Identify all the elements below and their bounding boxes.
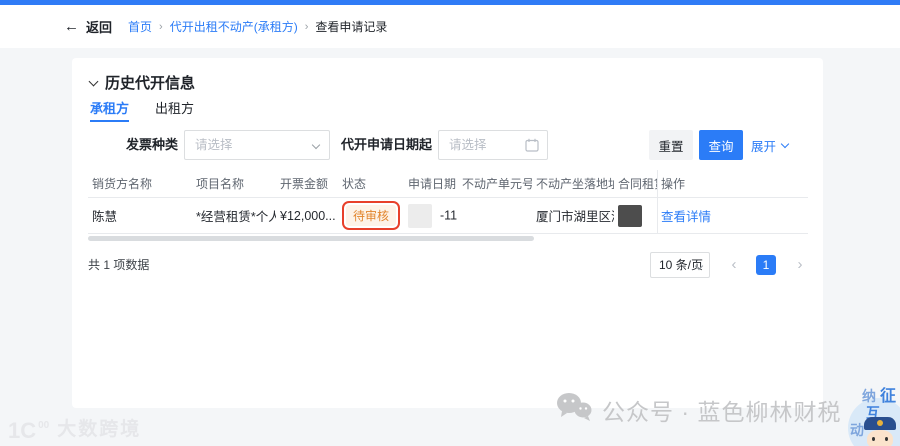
chevron-down-icon <box>311 140 321 150</box>
breadcrumb-separator-icon: › <box>304 20 309 33</box>
cell-address: 厦门市湖里区湖... <box>536 210 614 224</box>
watermark-brand-text: 大数跨境 <box>57 419 142 440</box>
chevron-down-icon <box>780 139 790 148</box>
table-header-row: 销货方名称 项目名称 开票金额 状态 申请日期 不动产单元号 不动产坐落地址 合… <box>88 170 808 198</box>
total-count-text: 共 1 项数据 <box>88 258 150 272</box>
cell-seller-name: 陈慧 <box>92 210 118 224</box>
apply-date-placeholder: 请选择 <box>449 138 487 152</box>
tax-mascot-badge: 纳 征 互 动 <box>838 384 900 446</box>
cell-status: 待审核 <box>338 201 404 230</box>
apply-date-input[interactable]: 请选择 <box>438 130 548 160</box>
column-header-amount: 开票金额 <box>280 177 329 191</box>
horizontal-scrollbar[interactable] <box>88 236 808 242</box>
cell-project-name: *经营租赁*个人... <box>196 210 276 224</box>
cell-contract <box>614 204 657 227</box>
column-header-actions: 操作 <box>661 177 686 191</box>
collapse-caret-icon <box>88 76 99 86</box>
breadcrumb-home[interactable]: 首页 <box>128 18 152 35</box>
back-arrow-icon: ← <box>64 18 79 35</box>
back-button[interactable]: ← 返回 <box>64 17 112 36</box>
prev-page-button[interactable]: ‹ <box>724 252 744 278</box>
table-row: 陈慧 *经营租赁*个人... ¥12,000... 待审核 -11 厦门市湖里区… <box>88 198 808 234</box>
invoice-type-select[interactable]: 请选择 <box>184 130 330 160</box>
breadcrumb: 首页 › 代开出租不动产(承租方) › 查看申请记录 <box>128 18 387 35</box>
redaction-box-dark <box>618 204 642 227</box>
app-header: ← 返回 首页 › 代开出租不动产(承租方) › 查看申请记录 <box>0 5 900 48</box>
mascot-hat <box>864 417 896 430</box>
apply-date-label: 代开申请日期起 <box>340 137 432 152</box>
calendar-icon <box>525 138 539 157</box>
back-label: 返回 <box>86 20 113 35</box>
query-button[interactable]: 查询 <box>699 130 743 160</box>
party-tabs: 承租方 出租方 <box>90 98 194 122</box>
invoice-type-placeholder: 请选择 <box>195 138 233 152</box>
watermark-logo-sup: 00 <box>38 420 50 431</box>
column-header-seller: 销货方名称 <box>92 177 153 191</box>
view-details-link[interactable]: 查看详情 <box>661 210 711 224</box>
column-header-address: 不动产坐落地址 <box>536 177 614 191</box>
status-badge: 待审核 <box>346 205 397 226</box>
expand-filters-toggle[interactable]: 展开 <box>751 130 790 160</box>
records-table: 销货方名称 项目名称 开票金额 状态 申请日期 不动产单元号 不动产坐落地址 合… <box>88 170 808 234</box>
panel-title: 历史代开信息 <box>105 75 196 92</box>
history-panel: 历史代开信息 承租方 出租方 发票种类 请选择 代开申请日期起 请选择 重置 查… <box>72 58 823 408</box>
apply-date-text: -11 <box>440 207 458 222</box>
watermark-bottom-left: 1C 00 大数跨境 <box>8 414 142 443</box>
redaction-box-light <box>408 203 432 228</box>
column-header-contract: 合同租赁 <box>618 177 657 191</box>
column-header-project: 项目名称 <box>196 177 245 191</box>
cell-invoice-amount: ¥12,000... <box>280 208 336 223</box>
wechat-icon <box>556 392 592 428</box>
breadcrumb-section[interactable]: 代开出租不动产(承租方) <box>170 18 298 35</box>
watermark-logo-icon: 1C <box>8 418 37 443</box>
fixed-column-divider <box>657 170 658 234</box>
scrollbar-thumb[interactable] <box>88 236 534 241</box>
breadcrumb-separator-icon: › <box>159 20 163 33</box>
mascot-char: 征 <box>879 388 896 405</box>
mascot-face <box>867 430 893 446</box>
cell-apply-date: -11 <box>404 203 458 228</box>
watermark-account-text: 公众号 · 蓝色柳林财税 <box>602 399 842 425</box>
next-page-button[interactable]: › <box>790 252 810 278</box>
invoice-type-label: 发票种类 <box>125 137 178 152</box>
cell-actions: 查看详情 <box>657 206 808 225</box>
breadcrumb-current: 查看申请记录 <box>315 20 388 34</box>
tab-tenant[interactable]: 承租方 <box>90 98 130 122</box>
column-header-status: 状态 <box>342 177 367 191</box>
current-page-button[interactable]: 1 <box>756 255 776 275</box>
column-header-unit-no: 不动产单元号 <box>462 177 532 191</box>
mascot-char: 动 <box>850 422 864 438</box>
page-size-select[interactable]: 10 条/页 <box>650 252 710 278</box>
tab-landlord[interactable]: 出租方 <box>155 98 194 122</box>
column-header-apply-date: 申请日期 <box>408 177 457 191</box>
reset-button[interactable]: 重置 <box>649 130 693 160</box>
page: ← 返回 首页 › 代开出租不动产(承租方) › 查看申请记录 历史代开信息 承… <box>0 0 900 446</box>
expand-label: 展开 <box>751 139 777 154</box>
status-highlight-ring: 待审核 <box>342 201 401 230</box>
panel-title-row[interactable]: 历史代开信息 <box>88 72 196 93</box>
watermark-bottom-right: 公众号 · 蓝色柳林财税 <box>556 392 841 428</box>
